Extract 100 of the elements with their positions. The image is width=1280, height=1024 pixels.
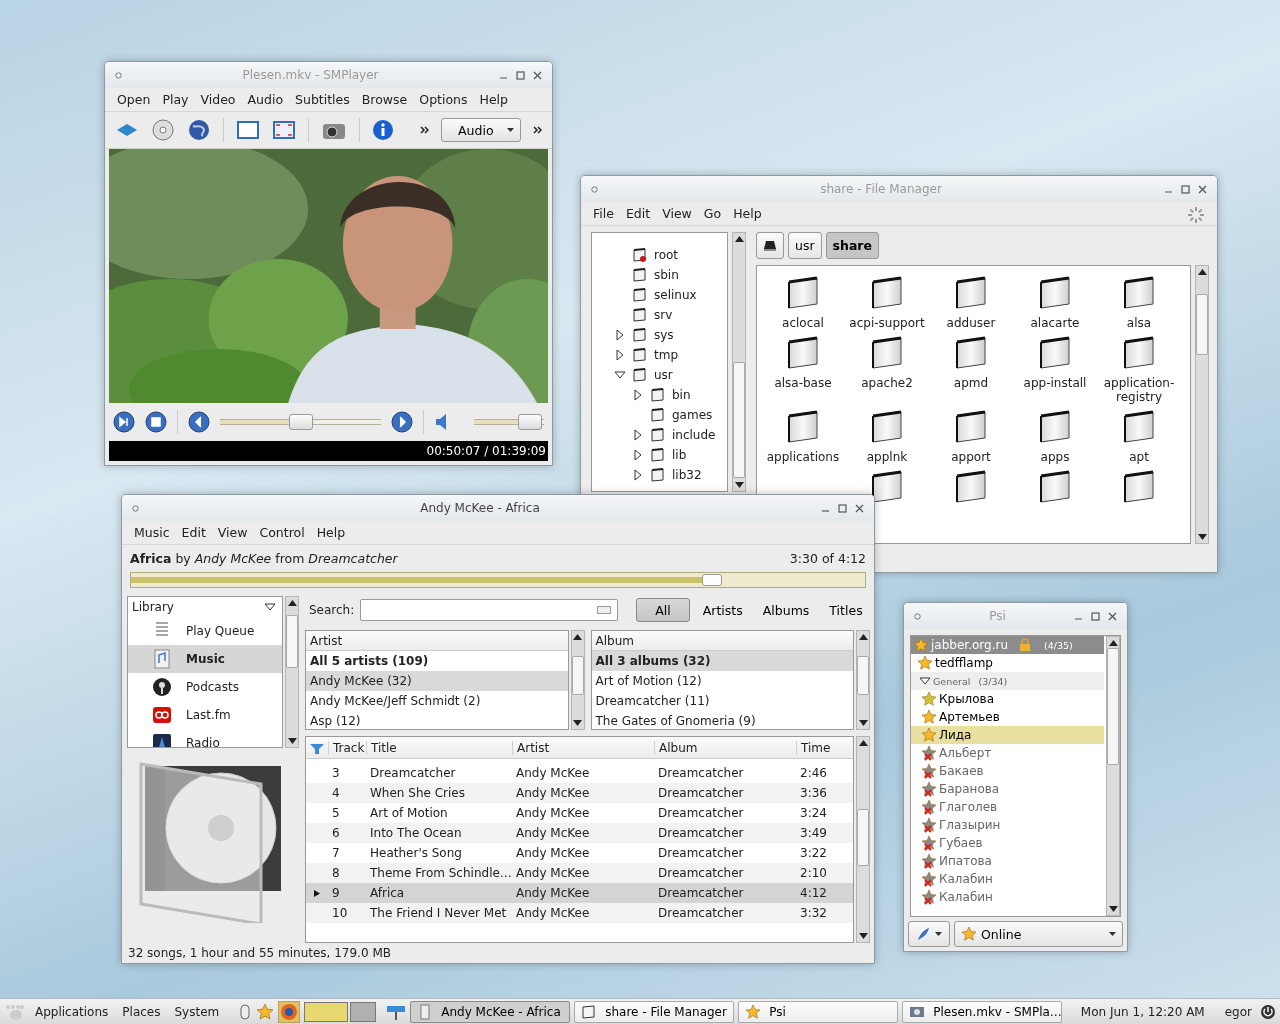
expanded-triangle-icon[interactable]: [919, 675, 931, 687]
filter-tab[interactable]: Artists: [695, 598, 750, 622]
menu-item[interactable]: Help: [473, 92, 515, 107]
track-row[interactable]: 8 Theme From Schindle… Andy McKee Dreamcatcher 2:10: [306, 863, 853, 883]
browser-item[interactable]: All 5 artists (109): [310, 654, 429, 668]
scroll-up-icon[interactable]: [573, 634, 582, 640]
stop-icon[interactable]: [145, 411, 167, 433]
menu-button[interactable]: [908, 921, 950, 947]
audio-dropdown[interactable]: Audio: [441, 118, 521, 142]
contact-name[interactable]: Калабин: [939, 890, 993, 904]
source-item[interactable]: Radio: [186, 736, 220, 747]
source-item[interactable]: Podcasts: [186, 680, 239, 694]
scroll-up-icon[interactable]: [858, 740, 868, 746]
window-icon[interactable]: [236, 118, 260, 142]
window-menu-icon[interactable]: [914, 612, 921, 620]
scrollbar[interactable]: [285, 596, 299, 748]
collapsed-triangle-icon[interactable]: [614, 329, 626, 341]
contact-name[interactable]: tedfflamp: [935, 656, 993, 670]
browser-item[interactable]: Dreamcatcher (11): [595, 694, 710, 708]
folder-label[interactable]: apport: [951, 450, 991, 464]
scrollbar-thumb[interactable]: [733, 362, 745, 479]
column-header[interactable]: Artist: [310, 633, 343, 648]
mouse-icon[interactable]: [238, 1002, 253, 1021]
tree-item[interactable]: sys: [654, 328, 674, 342]
scroll-up-icon[interactable]: [287, 600, 297, 606]
menu-item[interactable]: View: [211, 525, 254, 540]
browser-item[interactable]: Art of Motion (12): [595, 674, 702, 688]
collapsed-triangle-icon[interactable]: [632, 429, 644, 441]
browser-item[interactable]: The Gates of Gnomeria (9): [595, 714, 756, 728]
tree-item[interactable]: games: [672, 408, 713, 422]
menu-item[interactable]: Help: [310, 525, 352, 540]
path-button[interactable]: share: [825, 232, 879, 259]
contact-name[interactable]: Глазырин: [939, 818, 1001, 832]
column-header[interactable]: Title: [366, 740, 512, 755]
tree-item[interactable]: selinux: [654, 288, 697, 302]
tree-item[interactable]: lib: [672, 448, 687, 462]
folder-label[interactable]: apmd: [953, 376, 989, 390]
column-header[interactable]: Time: [796, 740, 853, 755]
scrollbar-thumb[interactable]: [857, 808, 869, 867]
overflow-chevron-icon[interactable]: [533, 126, 542, 134]
folder-label[interactable]: apache2: [861, 376, 913, 390]
folder-label[interactable]: apps: [1040, 450, 1070, 464]
menu-item[interactable]: Music: [128, 525, 176, 540]
window-menu-icon[interactable]: [132, 504, 139, 512]
browser-icon[interactable]: [278, 1000, 301, 1023]
user-name[interactable]: egor: [1220, 1004, 1256, 1019]
close-icon[interactable]: [533, 70, 542, 80]
maximize-icon[interactable]: [838, 503, 847, 513]
contact-name[interactable]: Глаголев: [939, 800, 998, 814]
folder-label[interactable]: aclocal: [782, 316, 824, 330]
filter-tab[interactable]: Albums: [755, 598, 817, 622]
status-dropdown[interactable]: Online: [954, 921, 1123, 947]
source-item[interactable]: Last.fm: [186, 708, 231, 722]
tree-item[interactable]: root: [654, 248, 679, 262]
contact-name[interactable]: Губаев: [939, 836, 983, 850]
folder-label[interactable]: application-registry: [1097, 376, 1181, 404]
scroll-up-icon[interactable]: [734, 236, 744, 242]
window-menu-icon[interactable]: [115, 71, 122, 79]
folder-label[interactable]: acpi-support: [849, 316, 925, 330]
scroll-down-icon[interactable]: [858, 720, 868, 726]
root-path-button[interactable]: [756, 232, 784, 259]
menu-item[interactable]: Video: [194, 92, 242, 107]
slider-thumb[interactable]: [702, 574, 723, 586]
menu-item[interactable]: Edit: [619, 206, 657, 221]
folder-label[interactable]: applications: [766, 450, 840, 464]
scroll-up-icon[interactable]: [1197, 269, 1207, 275]
scrollbar-thumb[interactable]: [1107, 648, 1119, 765]
tree-item[interactable]: lib32: [672, 468, 702, 482]
group-name[interactable]: General: [933, 675, 971, 687]
dropdown-triangle-icon[interactable]: [264, 603, 276, 611]
menu-item[interactable]: Open: [111, 92, 157, 107]
scrollbar[interactable]: [1106, 636, 1120, 916]
track-row[interactable]: 9 Africa Andy McKee Dreamcatcher 4:12: [306, 883, 853, 903]
column-header[interactable]: Album: [654, 740, 796, 755]
contact-name[interactable]: Артемьев: [939, 710, 1000, 724]
scroll-down-icon[interactable]: [1197, 534, 1207, 540]
column-header[interactable]: Album: [595, 633, 634, 648]
folder-label[interactable]: applnk: [866, 450, 908, 464]
folder-label[interactable]: adduser: [946, 316, 996, 330]
panel-menu[interactable]: Places: [117, 1004, 166, 1019]
scrollbar[interactable]: [570, 630, 585, 730]
info-icon[interactable]: [372, 119, 394, 141]
menu-item[interactable]: File: [587, 206, 620, 221]
tree-item[interactable]: sbin: [654, 268, 679, 282]
contact-name[interactable]: Ипатова: [939, 854, 992, 868]
track-row[interactable]: 4 When She Cries Andy McKee Dreamcatcher 3:36: [306, 783, 853, 803]
browser-item[interactable]: Asp (12): [310, 714, 361, 728]
maximize-icon[interactable]: [1181, 184, 1190, 194]
task-button[interactable]: Psi: [738, 1000, 899, 1023]
scrollbar-thumb[interactable]: [571, 655, 584, 695]
menu-item[interactable]: Audio: [241, 92, 290, 107]
close-icon[interactable]: [1198, 184, 1207, 194]
scrollbar[interactable]: [856, 736, 870, 943]
close-icon[interactable]: [855, 503, 864, 513]
menu-item[interactable]: Play: [156, 92, 195, 107]
column-header[interactable]: Track: [328, 740, 366, 755]
play-pause-icon[interactable]: [113, 411, 135, 433]
task-button[interactable]: Andy McKee - Africa: [410, 1000, 571, 1023]
slider-thumb[interactable]: [288, 414, 313, 430]
scrollbar-thumb[interactable]: [1196, 293, 1208, 355]
